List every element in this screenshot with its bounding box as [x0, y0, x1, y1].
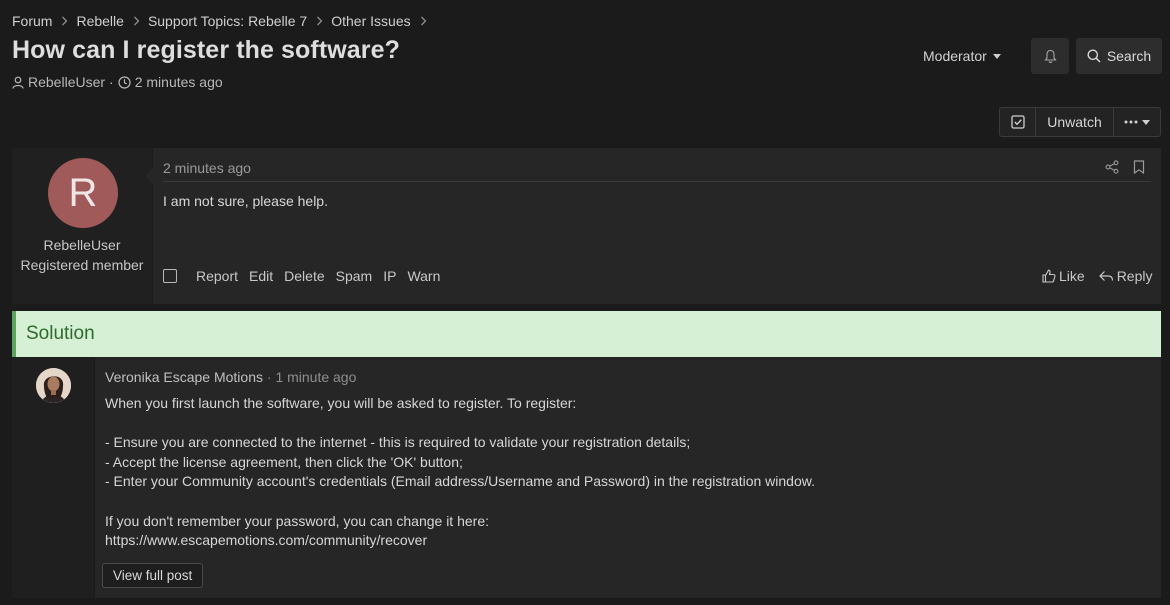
moderator-menu-button[interactable]: Moderator	[923, 46, 1001, 66]
select-post-checkbox[interactable]	[163, 269, 177, 283]
post-user-info: RebelleUser Registered member	[12, 236, 152, 275]
user-icon	[12, 76, 24, 89]
post-username[interactable]: RebelleUser	[12, 236, 152, 256]
select-thread-button[interactable]	[1000, 108, 1036, 136]
reply-icon	[1098, 270, 1114, 282]
post-content: I am not sure, please help.	[163, 193, 328, 209]
more-options-button[interactable]	[1114, 108, 1160, 136]
like-label: Like	[1059, 268, 1085, 284]
caret-down-icon	[1142, 119, 1150, 125]
spam-button[interactable]: Spam	[336, 268, 373, 284]
breadcrumb-support-topics[interactable]: Support Topics: Rebelle 7	[148, 13, 307, 29]
solution-content: When you first launch the software, you …	[105, 395, 815, 549]
solution-avatar[interactable]	[36, 368, 71, 403]
ellipsis-icon	[1124, 120, 1138, 124]
unwatch-button[interactable]: Unwatch	[1036, 108, 1114, 136]
edit-button[interactable]: Edit	[249, 268, 273, 284]
search-button[interactable]: Search	[1076, 38, 1162, 74]
delete-button[interactable]: Delete	[284, 268, 324, 284]
meta-separator: ·	[262, 369, 276, 385]
search-icon	[1087, 49, 1101, 63]
chevron-right-icon	[61, 16, 68, 26]
page-title: How can I register the software?	[12, 36, 401, 64]
share-icon[interactable]	[1105, 160, 1119, 174]
solution-header: Solution	[12, 311, 1161, 357]
post-header-divider	[163, 181, 1151, 182]
chevron-right-icon	[133, 16, 140, 26]
report-button[interactable]: Report	[196, 268, 238, 284]
chevron-right-icon	[316, 16, 323, 26]
post-reactions: Like Reply	[1042, 268, 1152, 284]
thread-action-group: Unwatch	[999, 107, 1161, 137]
breadcrumb-forum[interactable]: Forum	[12, 13, 52, 29]
solution-time[interactable]: 1 minute ago	[275, 369, 356, 385]
reply-label: Reply	[1116, 268, 1153, 284]
notifications-button[interactable]	[1031, 38, 1069, 74]
moderator-label: Moderator	[923, 48, 987, 64]
thread-time[interactable]: 2 minutes ago	[135, 74, 223, 90]
bell-icon	[1043, 49, 1057, 64]
clock-icon	[118, 75, 131, 89]
like-button[interactable]: Like	[1042, 268, 1085, 284]
avatar-letter: R	[68, 170, 98, 215]
caret-down-icon	[992, 53, 1001, 59]
post-header-icons	[1105, 160, 1145, 174]
post-actions: Report Edit Delete Spam IP Warn	[163, 268, 451, 284]
checkbox-checked-icon	[1010, 115, 1025, 129]
post-arrow	[145, 168, 153, 184]
search-label: Search	[1106, 48, 1152, 64]
solution-meta: Veronika Escape Motions · 1 minute ago	[105, 369, 356, 385]
post-user-title: Registered member	[20, 256, 144, 273]
thumbs-up-icon	[1042, 269, 1056, 283]
solution-author[interactable]: Veronika Escape Motions	[105, 369, 263, 385]
ip-button[interactable]: IP	[383, 268, 396, 284]
chevron-right-icon	[420, 16, 427, 26]
breadcrumb: Forum Rebelle Support Topics: Rebelle 7 …	[12, 11, 435, 31]
thread-meta: RebelleUser · 2 minutes ago	[12, 72, 223, 92]
meta-separator: ·	[109, 74, 114, 90]
avatar[interactable]: R	[48, 158, 118, 228]
breadcrumb-other-issues[interactable]: Other Issues	[331, 13, 410, 29]
thread-author[interactable]: RebelleUser	[28, 74, 105, 90]
reply-button[interactable]: Reply	[1098, 268, 1153, 284]
breadcrumb-rebelle[interactable]: Rebelle	[76, 13, 123, 29]
post-time[interactable]: 2 minutes ago	[163, 160, 251, 176]
view-full-post-button[interactable]: View full post	[102, 563, 204, 588]
bookmark-icon[interactable]	[1133, 160, 1145, 174]
solution-heading: Solution	[26, 323, 95, 344]
warn-button[interactable]: Warn	[407, 268, 440, 284]
